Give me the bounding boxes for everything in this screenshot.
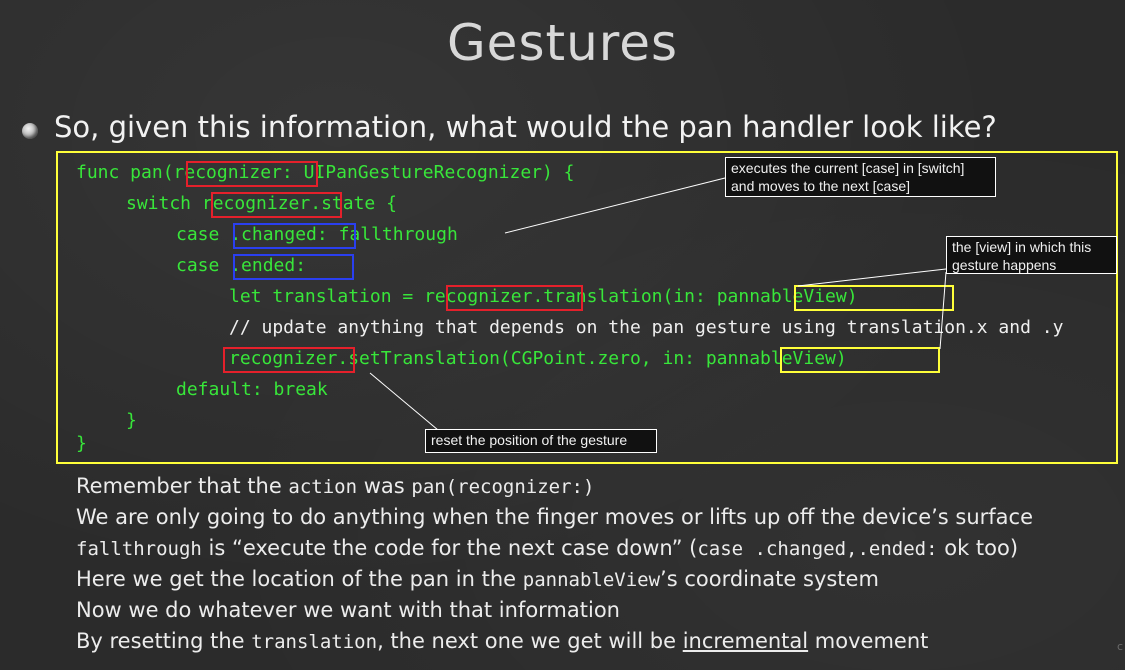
note-line-3: fallthrough is “execute the code for the… (76, 536, 1019, 560)
note-line-1: Remember that the action was pan(recogni… (76, 474, 595, 498)
callout-view: the [view] in which this gesture happens (946, 236, 1117, 274)
corner-mark: c (1116, 640, 1123, 653)
note-line-6: By resetting the translation, the next o… (76, 629, 929, 653)
note-line-4: Here we get the location of the pan in t… (76, 567, 879, 591)
note-line-5: Now we do whatever we want with that inf… (76, 598, 620, 622)
callout-reset: reset the position of the gesture (425, 429, 657, 453)
callout-fallthrough: executes the current [case] in [switch] … (725, 157, 996, 197)
note-line-2: We are only going to do anything when th… (76, 505, 1034, 529)
